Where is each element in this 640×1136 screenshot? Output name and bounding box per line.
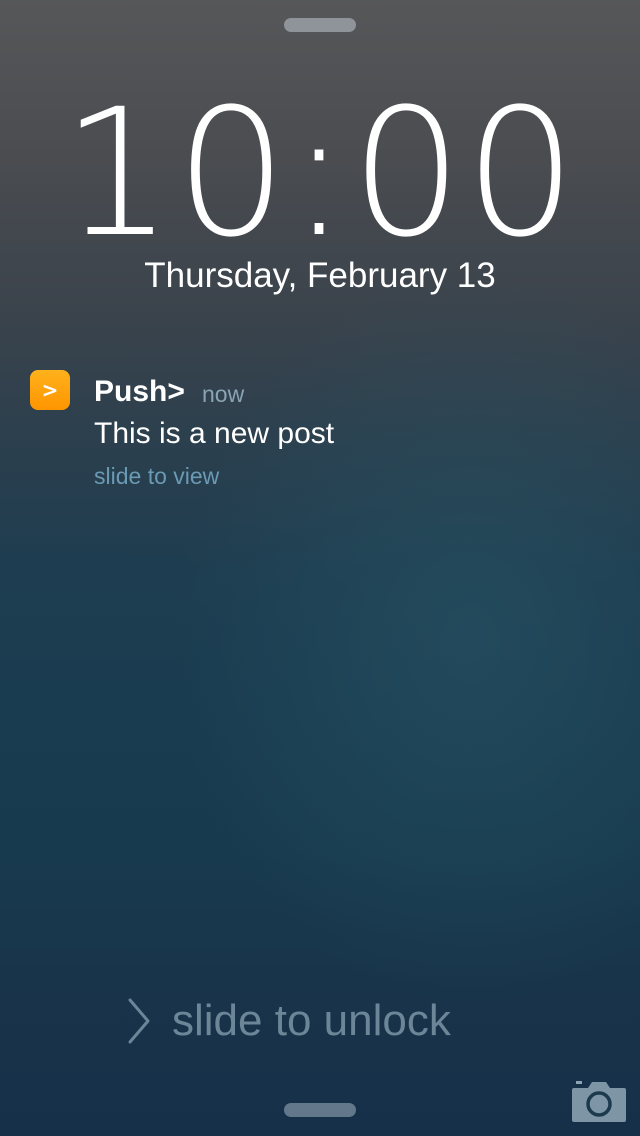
camera-icon[interactable] xyxy=(572,1080,626,1122)
notification-app-name: Push> xyxy=(94,375,185,408)
slide-to-unlock-label: slide to unlock xyxy=(172,996,451,1045)
notification-center-grabber[interactable] xyxy=(284,18,356,32)
lockscreen-clock: 10:00 xyxy=(61,71,579,276)
notification-message: This is a new post xyxy=(94,417,335,450)
lockscreen-date: Thursday, February 13 xyxy=(144,256,496,295)
control-center-grabber[interactable] xyxy=(284,1103,356,1117)
notification-timestamp: now xyxy=(202,381,245,407)
push-app-icon: > xyxy=(30,370,70,410)
chevron-right-icon xyxy=(128,998,150,1044)
slide-to-unlock[interactable]: slide to unlock xyxy=(126,995,451,1047)
notification-slide-hint[interactable]: slide to view xyxy=(94,462,219,490)
notification-item[interactable]: > Push> now This is a new post slide to … xyxy=(30,370,610,500)
